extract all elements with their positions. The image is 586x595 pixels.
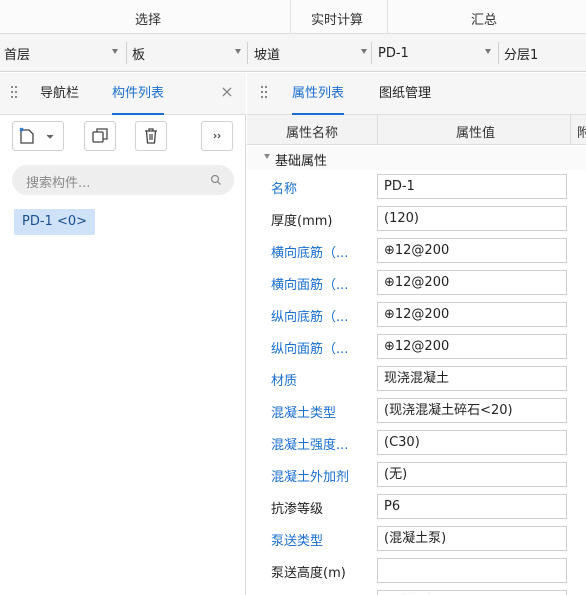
delete-icon [145, 128, 157, 144]
delete-button[interactable] [135, 121, 167, 151]
property-name: 混凝土外加剂 [271, 470, 350, 485]
chevron-down-icon [235, 49, 241, 54]
column-divider [377, 115, 378, 145]
property-table-header: 属性名称 属性值 附 [247, 115, 586, 145]
ribbon-divider [387, 0, 388, 34]
property-value-field[interactable]: ⊕12@200 [377, 334, 567, 359]
column-divider [570, 115, 571, 145]
more-button[interactable] [201, 121, 233, 151]
property-row: 泵送高度(m) [247, 554, 586, 586]
more-icon [213, 133, 221, 139]
group-label: 基础属性 [275, 154, 328, 169]
column-header-name: 属性名称 [286, 126, 339, 141]
property-name: 材质 [271, 374, 298, 389]
layer-select-value: 分层1 [504, 47, 539, 63]
property-row: 纵向底筋（... ⊕12@200 [247, 298, 586, 330]
property-name: 泵送类型 [271, 534, 324, 549]
property-value-field[interactable]: 层底标高+0.12 [377, 590, 567, 595]
new-component-icon [19, 127, 54, 144]
property-value-field[interactable]: (无) [377, 462, 567, 487]
property-panel: 属性列表 图纸管理 属性名称 属性值 附 基础属性 名称 PD-1 厚度(mm) (1… [247, 73, 586, 595]
property-row: 混凝土类型 (现浇混凝土碎石<20) [247, 394, 586, 426]
property-group-basic[interactable]: 基础属性 [247, 146, 586, 170]
category-select-value: 板 [132, 47, 146, 63]
type-select[interactable]: 坡道 [248, 34, 372, 72]
drag-handle-icon[interactable] [11, 86, 17, 100]
drag-handle-icon[interactable] [261, 86, 267, 100]
property-name: 横向面筋（... [271, 278, 349, 293]
property-name: 混凝土强度... [271, 438, 349, 453]
property-row: 抗渗等级 P6 [247, 490, 586, 522]
column-header-attach: 附 [577, 126, 586, 141]
component-list-panel: 导航栏 构件列表 × 搜索构件... PD-1 <0> [0, 73, 246, 595]
search-icon [210, 174, 221, 185]
property-name: 名称 [271, 182, 298, 197]
type-select-value: 坡道 [254, 47, 281, 63]
floor-select-value: 首层 [4, 47, 31, 63]
property-value-field[interactable]: (120) [377, 206, 567, 231]
category-select[interactable]: 板 [127, 34, 248, 72]
column-header-value: 属性值 [456, 126, 496, 141]
search-placeholder: 搜索构件... [26, 176, 91, 191]
property-row: 材质 现浇混凝土 [247, 362, 586, 394]
left-tab-bar: 导航栏 构件列表 × [0, 73, 246, 115]
property-row: 横向面筋（... ⊕12@200 [247, 266, 586, 298]
property-name: 抗渗等级 [271, 502, 324, 517]
property-value-field[interactable]: ⊕12@200 [377, 238, 567, 263]
property-value-field[interactable]: (C30) [377, 430, 567, 455]
layer-select[interactable]: 分层1 [499, 34, 586, 72]
ribbon-divider [290, 0, 291, 34]
chevron-down-icon [485, 49, 491, 54]
tab-component-list[interactable]: 构件列表 [112, 73, 165, 115]
property-row: 横向底筋（... ⊕12@200 [247, 234, 586, 266]
collapse-arrow-icon[interactable] [264, 154, 270, 159]
copy-button[interactable] [84, 121, 116, 151]
property-name: 纵向面筋（... [271, 342, 349, 357]
property-row: 泵送类型 (混凝土泵) [247, 522, 586, 554]
component-search[interactable]: 搜索构件... [12, 165, 234, 195]
property-value-field[interactable]: PD-1 [377, 174, 567, 199]
chevron-down-icon [361, 49, 367, 54]
component-item-pd-1[interactable]: PD-1 <0> [14, 209, 95, 235]
floor-select[interactable]: 首层 [0, 34, 127, 72]
selector-row: 首层 板 坡道 PD-1 分层1 [0, 34, 586, 72]
component-select[interactable]: PD-1 [372, 34, 499, 72]
property-value-field[interactable]: ⊕12@200 [377, 302, 567, 327]
ribbon-group-realtime-calc: 实时计算 [311, 13, 364, 28]
property-row: 厚度(mm) (120) [247, 202, 586, 234]
copy-icon [92, 128, 108, 143]
ribbon-group-bar: 选择 实时计算 汇总 [0, 0, 586, 34]
property-row: 顶标高(m)层底标高+0.12 [247, 586, 586, 595]
property-value-field[interactable]: 现浇混凝土 [377, 366, 567, 391]
property-name: 泵送高度(m) [271, 566, 346, 581]
property-row: 纵向面筋（... ⊕12@200 [247, 330, 586, 362]
property-value-field[interactable] [377, 558, 567, 583]
property-name: 横向底筋（... [271, 246, 349, 261]
new-component-button[interactable] [12, 121, 64, 151]
tab-property-list[interactable]: 属性列表 [292, 73, 345, 115]
property-value-field[interactable]: P6 [377, 494, 567, 519]
property-name: 厚度(mm) [271, 214, 333, 229]
property-value-field[interactable]: (现浇混凝土碎石<20) [377, 398, 567, 423]
ribbon-group-select: 选择 [135, 13, 162, 28]
property-name: 混凝土类型 [271, 406, 337, 421]
property-value-field[interactable]: ⊕12@200 [377, 270, 567, 295]
property-row: 混凝土强度... (C30) [247, 426, 586, 458]
tab-drawing-management[interactable]: 图纸管理 [379, 73, 431, 115]
chevron-down-icon [112, 49, 118, 54]
property-name: 纵向底筋（... [271, 310, 349, 325]
property-row: 名称 PD-1 [247, 170, 586, 202]
property-row: 混凝土外加剂 (无) [247, 458, 586, 490]
component-select-value: PD-1 [378, 45, 409, 61]
ribbon-group-summary: 汇总 [471, 13, 498, 28]
close-icon[interactable]: × [220, 84, 234, 100]
right-tab-bar: 属性列表 图纸管理 [247, 73, 586, 115]
tab-navigation[interactable]: 导航栏 [40, 73, 79, 115]
property-value-field[interactable]: (混凝土泵) [377, 526, 567, 551]
